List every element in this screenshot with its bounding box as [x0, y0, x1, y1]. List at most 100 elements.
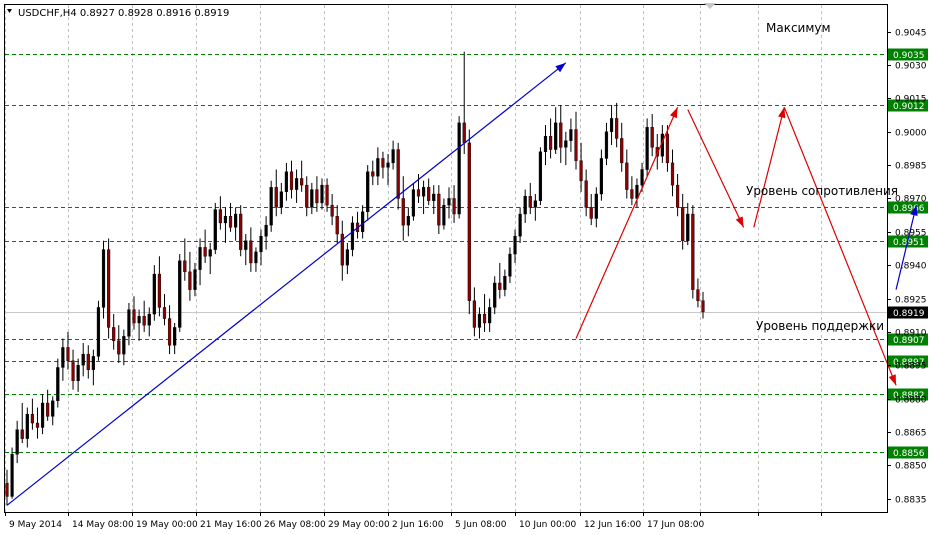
candle-body — [599, 158, 603, 195]
y-tick-label: 0.9045 — [895, 29, 927, 39]
candle-body — [132, 309, 136, 324]
candle-body — [416, 189, 421, 197]
candle-body — [66, 347, 70, 361]
candle-body — [35, 422, 40, 428]
candle-body — [681, 207, 685, 241]
candle-body — [696, 289, 700, 301]
candle-body — [427, 187, 431, 201]
y-tick-label: 0.8925 — [895, 296, 927, 306]
candle-body — [630, 189, 634, 199]
price-chart[interactable]: 0.89190.90350.90120.89660.89510.89070.88… — [0, 0, 931, 535]
candle-body — [447, 198, 451, 206]
candle-body — [645, 127, 649, 170]
candle-body — [609, 118, 614, 132]
x-tick-label: 10 Jun 00:00 — [519, 520, 576, 530]
candle-body — [391, 149, 395, 164]
candle-body — [665, 133, 670, 164]
candle-body — [381, 158, 385, 168]
candle-body — [376, 158, 380, 177]
candle-body — [345, 249, 349, 266]
candle-body — [51, 400, 55, 417]
candle-body — [467, 142, 471, 301]
candle-body — [442, 204, 446, 226]
chart-background — [0, 0, 931, 535]
candle-body — [482, 313, 487, 324]
candle-body — [523, 196, 527, 215]
candle-body — [284, 171, 289, 192]
candle-body — [101, 249, 106, 308]
candle-body — [40, 402, 45, 428]
candle-body — [239, 213, 243, 250]
candle-body — [432, 193, 436, 201]
candle-body — [56, 367, 60, 402]
candle-body — [96, 307, 101, 357]
candle-body — [274, 187, 278, 208]
candle-body — [421, 187, 426, 197]
candle-body — [564, 140, 568, 148]
candle-body — [366, 171, 370, 213]
candle-body — [269, 187, 273, 226]
candle-body — [579, 160, 583, 181]
y-tick-label: 0.8910 — [895, 329, 927, 339]
candle-body — [604, 131, 609, 159]
candle-body — [320, 184, 324, 204]
candle-body — [640, 169, 644, 186]
candle-body — [218, 209, 222, 224]
candle-body — [533, 200, 537, 208]
candle-body — [127, 309, 131, 337]
candle-body — [117, 340, 121, 355]
candle-body — [86, 353, 90, 370]
candle-body — [264, 224, 268, 237]
candle-body — [137, 316, 141, 324]
candle-body — [676, 184, 680, 208]
candle-body — [203, 247, 207, 257]
x-tick-label: 2 Jun 16:00 — [392, 520, 444, 530]
candle-body — [142, 316, 146, 326]
x-tick-label: 12 Jun 16:00 — [584, 520, 641, 530]
annotation-label: Уровень сопротивления — [746, 184, 898, 198]
candle-body — [396, 149, 400, 199]
candle-body — [20, 429, 24, 439]
candle-body — [71, 360, 75, 382]
y-tick-label: 0.8835 — [895, 496, 927, 506]
candle-body — [305, 184, 309, 208]
candle-body — [477, 313, 482, 328]
candle-body — [543, 135, 548, 152]
candle-body — [254, 251, 258, 264]
y-tick-label: 0.8955 — [895, 229, 927, 239]
candle-body — [518, 213, 522, 237]
candle-body — [167, 318, 172, 346]
candle-body — [249, 240, 253, 264]
candle-body — [569, 129, 573, 141]
candle-body — [152, 273, 156, 315]
candle-body — [488, 307, 492, 324]
candle-body — [686, 213, 690, 241]
y-tick-label: 0.9030 — [895, 62, 927, 72]
candle-body — [620, 138, 624, 164]
candle-body — [122, 336, 126, 355]
candle-body — [472, 300, 476, 328]
candle-body — [173, 327, 177, 346]
candle-body — [81, 353, 85, 366]
level-tag-label: 0.8966 — [893, 204, 925, 214]
x-tick-label: 9 May 2014 — [9, 520, 62, 530]
candle-body — [147, 313, 151, 326]
candle-body — [401, 198, 405, 226]
candle-body — [310, 189, 314, 208]
candle-body — [386, 162, 390, 168]
candle-body — [178, 260, 182, 328]
candle-body — [411, 189, 416, 217]
candle-body — [559, 122, 563, 148]
candle-body — [61, 347, 65, 368]
candle-body — [259, 236, 263, 253]
x-tick-label: 26 May 08:00 — [264, 520, 326, 530]
candle-body — [46, 402, 50, 417]
candle-body — [361, 211, 365, 233]
candle-body — [493, 282, 497, 308]
candle-body — [10, 453, 14, 497]
level-tag-label: 0.8951 — [893, 238, 925, 248]
candle-body — [528, 196, 532, 208]
candle-body — [30, 413, 34, 424]
y-tick-label: 0.8985 — [895, 162, 927, 172]
candle-body — [193, 269, 197, 290]
